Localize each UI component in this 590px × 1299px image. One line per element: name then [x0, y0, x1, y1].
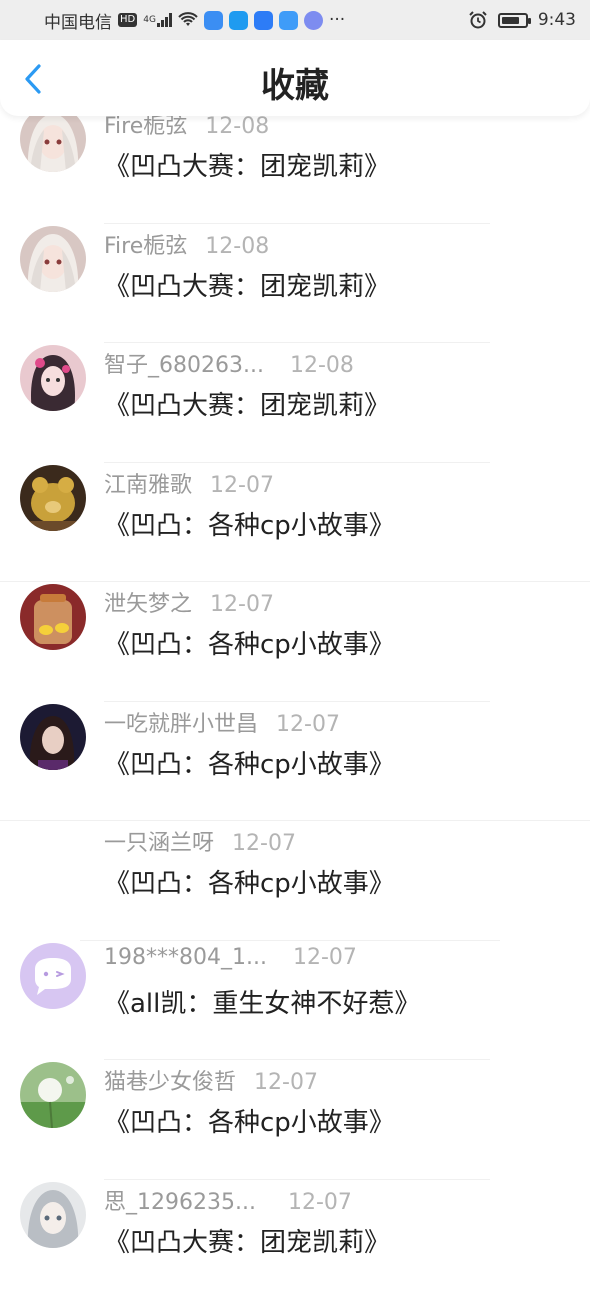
author-name[interactable]: 智子_680263... [104, 347, 264, 379]
author-name[interactable]: 一只涵兰呀 [104, 825, 214, 857]
more-notifications-icon: ··· [329, 10, 345, 30]
avatar[interactable] [20, 465, 86, 531]
book-title[interactable]: 《凹凸：各种cp小故事》 [104, 744, 395, 781]
post-date: 12-07 [288, 1190, 352, 1215]
page-title: 收藏 [0, 58, 590, 107]
author-name[interactable]: 泄矢梦之 [104, 586, 192, 618]
battery-icon [498, 13, 528, 28]
list-item[interactable]: 泄矢梦之 12-07 《凹凸：各种cp小故事》 [0, 582, 590, 702]
post-date: 12-07 [210, 473, 274, 498]
bulb-app-icon [254, 11, 273, 30]
list-item[interactable]: 智子_680263... 12-08 《凹凸大赛：团宠凯莉》 [0, 343, 590, 463]
list-item[interactable]: Fire栀弦 12-08 《凹凸大赛：团宠凯莉》 [0, 104, 590, 224]
status-bar: 中国电信 HD 4G ··· 9:43 [0, 0, 590, 40]
post-date: 12-07 [232, 831, 296, 856]
book-title[interactable]: 《all凯：重生女神不好惹》 [104, 983, 420, 1020]
top-navigation-bar: 收藏 [0, 40, 590, 116]
clock-time: 9:43 [538, 10, 576, 30]
avatar[interactable] [20, 226, 86, 292]
list-item[interactable]: 猫巷少女俊哲 12-07 《凹凸：各种cp小故事》 [0, 1060, 590, 1180]
network-type-label: 4G [143, 15, 156, 25]
book-title[interactable]: 《凹凸大赛：团宠凯莉》 [104, 146, 390, 183]
list-item[interactable]: Fire栀弦 12-08 《凹凸大赛：团宠凯莉》 [0, 224, 590, 344]
search-app-icon [229, 11, 248, 30]
post-date: 12-07 [254, 1070, 318, 1095]
avatar[interactable] [20, 823, 86, 889]
book-title[interactable]: 《凹凸：各种cp小故事》 [104, 1102, 395, 1139]
hd-badge: HD [118, 13, 137, 27]
author-name[interactable]: 一吃就胖小世昌 [104, 706, 258, 738]
signal-icon: 4G [143, 13, 172, 27]
wifi-icon [178, 12, 198, 28]
post-date: 12-08 [290, 353, 354, 378]
author-name[interactable]: Fire栀弦 [104, 228, 187, 260]
author-name[interactable]: 思_1296235... [104, 1184, 256, 1216]
post-date: 12-07 [210, 592, 274, 617]
avatar[interactable] [20, 345, 86, 411]
author-name[interactable]: 198***804_1... [104, 945, 267, 970]
cloud-app-icon [279, 11, 298, 30]
list-item[interactable]: 198***804_1... 12-07 《all凯：重生女神不好惹》 [0, 941, 590, 1061]
carrier-label: 中国电信 [44, 8, 112, 33]
avatar[interactable] [20, 1062, 86, 1128]
book-title[interactable]: 《凹凸：各种cp小故事》 [104, 505, 395, 542]
book-title[interactable]: 《凹凸大赛：团宠凯莉》 [104, 1222, 390, 1259]
book-title[interactable]: 《凹凸：各种cp小故事》 [104, 863, 395, 900]
list-item[interactable]: 一吃就胖小世昌 12-07 《凹凸：各种cp小故事》 [0, 702, 590, 822]
book-title[interactable]: 《凹凸大赛：团宠凯莉》 [104, 266, 390, 303]
author-name[interactable]: 猫巷少女俊哲 [104, 1064, 236, 1096]
avatar[interactable] [20, 584, 86, 650]
book-title[interactable]: 《凹凸：各种cp小故事》 [104, 624, 395, 661]
list-item[interactable]: 江南雅歌 12-07 《凹凸：各种cp小故事》 [0, 463, 590, 583]
list-item[interactable]: 思_1296235... 12-07 《凹凸大赛：团宠凯莉》 [0, 1180, 590, 1299]
post-date: 12-07 [293, 945, 357, 970]
list-item[interactable]: 一只涵兰呀 12-07 《凹凸：各种cp小故事》 [0, 821, 590, 941]
avatar[interactable] [20, 1182, 86, 1248]
book-title[interactable]: 《凹凸大赛：团宠凯莉》 [104, 385, 390, 422]
author-name[interactable]: 江南雅歌 [104, 467, 192, 499]
avatar[interactable] [20, 704, 86, 770]
post-date: 12-07 [276, 712, 340, 737]
alarm-icon [468, 10, 488, 30]
avatar[interactable] [20, 943, 86, 1009]
music-app-icon [304, 11, 323, 30]
app-notification-icon [204, 11, 223, 30]
post-date: 12-08 [205, 234, 269, 259]
post-date: 12-08 [205, 114, 269, 139]
favorites-list: Fire栀弦 12-08 《凹凸大赛：团宠凯莉》 Fire栀弦 12-08 《凹… [0, 116, 590, 1299]
chat-bubble-icon [20, 943, 86, 1009]
